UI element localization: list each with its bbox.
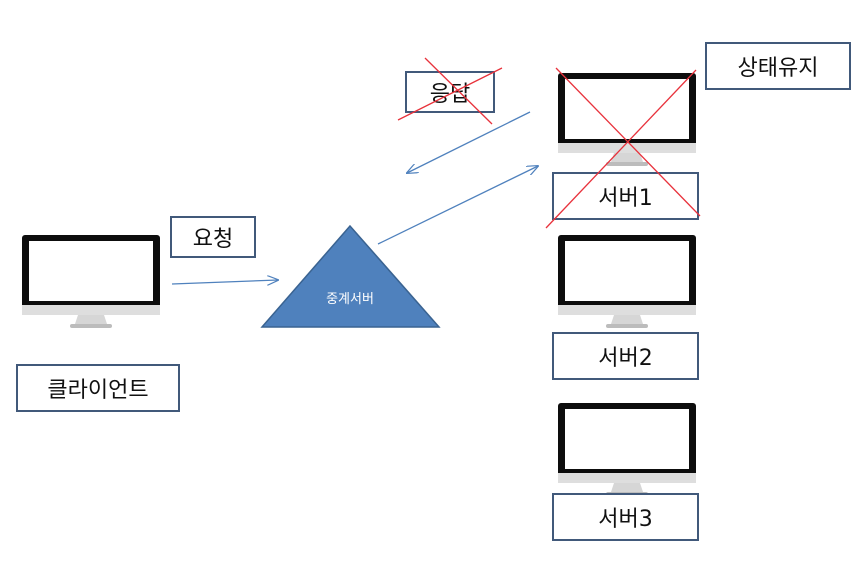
request-arrow [171,280,278,284]
response-cross-icon [397,57,503,125]
relay-server-label: 중계서버 [326,292,374,307]
relay-server-shape [260,224,441,328]
diagram-overlay: 중계서버 [171,57,701,328]
forward-arrow [377,166,538,245]
response-arrow [407,111,531,173]
server1-cross-icon [545,67,701,229]
